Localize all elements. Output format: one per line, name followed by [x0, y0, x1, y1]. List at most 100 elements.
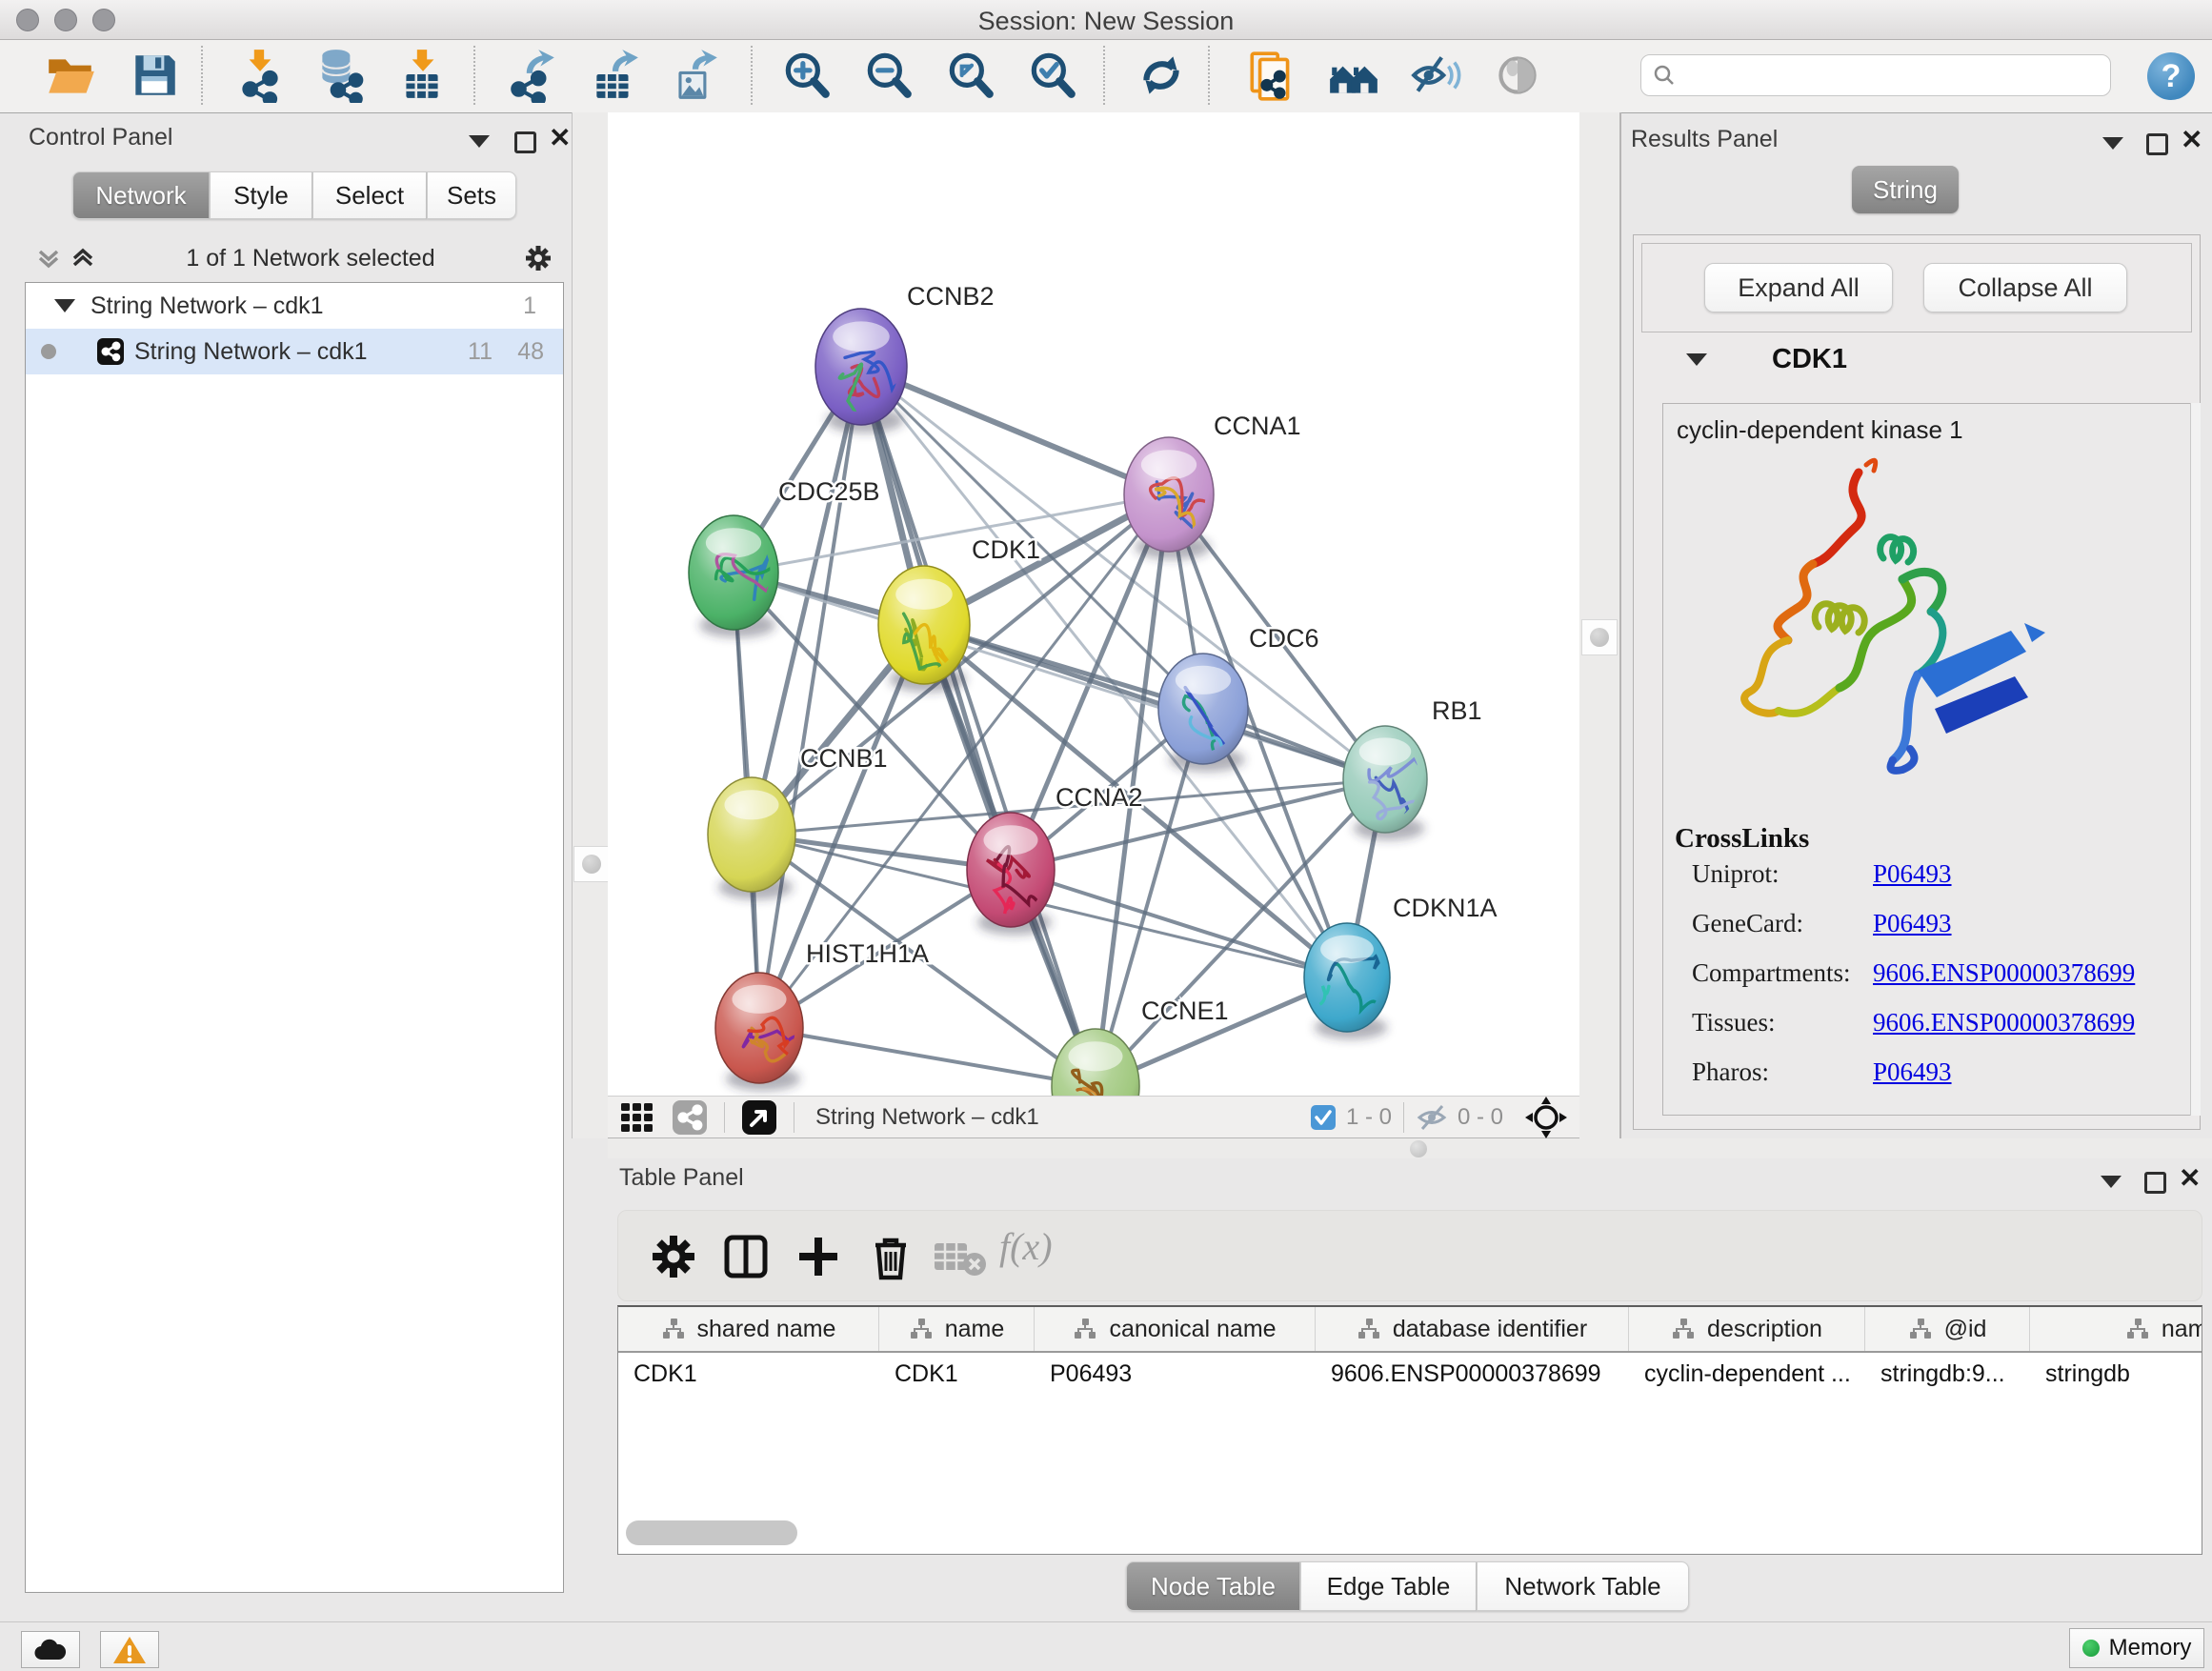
- hide-unhide-icon[interactable]: [1408, 48, 1463, 105]
- close-panel-icon[interactable]: ✕: [2181, 130, 2209, 154]
- network-node-cdkn1a[interactable]: CDKN1A: [1303, 894, 1497, 1039]
- zoom-out-icon[interactable]: [861, 48, 916, 105]
- results-scrollbar[interactable]: [2190, 403, 2201, 1116]
- column-header-namespace[interactable]: namespace: [2030, 1307, 2202, 1351]
- crosslink-row: GeneCard:P06493: [1692, 909, 2168, 958]
- export-network-icon[interactable]: [505, 48, 560, 105]
- network-node-hist1h1a[interactable]: HIST1H1A: [715, 939, 929, 1091]
- hidden-eye-icon[interactable]: [1416, 1102, 1450, 1133]
- column-header-id[interactable]: @id: [1865, 1307, 2030, 1351]
- column-header-databaseidentifier[interactable]: database identifier: [1316, 1307, 1629, 1351]
- import-table-file-icon[interactable]: [394, 48, 450, 105]
- network-collection-row[interactable]: String Network – cdk1 1: [26, 283, 563, 329]
- save-session-icon[interactable]: [127, 48, 182, 105]
- selected-checkbox-icon[interactable]: [1310, 1104, 1337, 1131]
- open-session-icon[interactable]: [43, 48, 98, 105]
- network-view[interactable]: CCNB2CCNA1CDC25BCDK1CDC6RB1CCNB1CCNA2CDK…: [608, 112, 1579, 1138]
- column-header-description[interactable]: description: [1629, 1307, 1865, 1351]
- maximize-panel-icon[interactable]: [514, 131, 536, 153]
- network-status-bar: String Network – cdk1 1 - 0 0 - 0: [608, 1096, 1579, 1138]
- gear-icon[interactable]: [522, 242, 554, 274]
- add-column-icon[interactable]: [790, 1228, 847, 1285]
- table-cell[interactable]: cyclin-dependent ...: [1629, 1353, 1865, 1395]
- cloud-button[interactable]: [21, 1631, 80, 1668]
- table-cell[interactable]: CDK1: [618, 1353, 879, 1395]
- float-panel-icon[interactable]: [469, 135, 497, 160]
- column-header-label: name: [945, 1316, 1005, 1343]
- table-cell[interactable]: 9606.ENSP00000378699: [1316, 1353, 1629, 1395]
- table-cell[interactable]: P06493: [1035, 1353, 1316, 1395]
- right-splitter-handle[interactable]: [1581, 619, 1618, 655]
- grid-view-icon[interactable]: [617, 1097, 657, 1137]
- network-canvas[interactable]: CCNB2CCNA1CDC25BCDK1CDC6RB1CCNB1CCNA2CDK…: [608, 112, 1579, 1096]
- float-panel-icon[interactable]: [2101, 1176, 2129, 1200]
- horizontal-splitter[interactable]: [608, 1138, 2212, 1158]
- show-columns-icon[interactable]: [717, 1228, 774, 1285]
- tab-node-table[interactable]: Node Table: [1126, 1561, 1300, 1611]
- zoom-selected-icon[interactable]: [1025, 48, 1080, 105]
- import-network-file-icon[interactable]: [232, 48, 288, 105]
- table-horizontal-scrollbar[interactable]: [626, 1520, 797, 1545]
- zoom-in-icon[interactable]: [779, 48, 835, 105]
- table-cell[interactable]: stringdb: [2030, 1353, 2202, 1395]
- network-node-rb1[interactable]: RB1: [1343, 696, 1482, 841]
- home-networks-icon[interactable]: [1326, 48, 1381, 105]
- network-label: String Network – cdk1: [134, 338, 368, 366]
- search-input[interactable]: [1678, 61, 2091, 90]
- delete-column-icon[interactable]: [862, 1228, 919, 1285]
- crosslink-link[interactable]: P06493: [1873, 859, 1952, 889]
- collapse-all-button[interactable]: Collapse All: [1923, 263, 2127, 312]
- help-icon[interactable]: ?: [2147, 52, 2195, 100]
- column-header-canonicalname[interactable]: canonical name: [1035, 1307, 1316, 1351]
- crosslink-link[interactable]: P06493: [1873, 909, 1952, 938]
- tab-network-table[interactable]: Network Table: [1477, 1561, 1689, 1611]
- memory-button[interactable]: Memory: [2069, 1628, 2204, 1668]
- close-panel-icon[interactable]: ✕: [2179, 1168, 2207, 1193]
- maximize-panel-icon[interactable]: [2144, 1172, 2166, 1194]
- collapse-section-icon[interactable]: [1686, 353, 1707, 366]
- table-options-gear-icon[interactable]: [645, 1228, 702, 1285]
- tab-style[interactable]: Style: [210, 171, 312, 219]
- left-splitter-handle[interactable]: [573, 846, 610, 882]
- apply-layout-icon[interactable]: [1134, 48, 1189, 105]
- column-header-label: shared name: [697, 1316, 836, 1343]
- crosslink-label: Compartments:: [1692, 958, 1850, 988]
- birdseye-view-icon[interactable]: [1524, 1096, 1568, 1139]
- crosslink-row: Uniprot:P06493: [1692, 859, 2168, 909]
- expand-all-icon[interactable]: [67, 244, 99, 272]
- show-level-icon[interactable]: [1490, 48, 1545, 105]
- right-splitter[interactable]: [1579, 112, 1619, 1138]
- network-node-cdc25b[interactable]: CDC25B: [689, 477, 880, 637]
- column-header-name[interactable]: name: [879, 1307, 1035, 1351]
- collection-label: String Network – cdk1: [90, 292, 324, 320]
- tab-edge-table[interactable]: Edge Table: [1300, 1561, 1477, 1611]
- collapse-arrow-icon[interactable]: [54, 299, 75, 312]
- network-document-icon[interactable]: [1244, 48, 1299, 105]
- network-node-ccne1[interactable]: CCNE1: [1052, 997, 1229, 1096]
- maximize-panel-icon[interactable]: [2146, 133, 2168, 155]
- crosslink-link[interactable]: 9606.ENSP00000378699: [1873, 958, 2135, 988]
- network-row-selected[interactable]: String Network – cdk1 11 48: [26, 329, 563, 374]
- left-splitter[interactable]: [572, 112, 609, 1138]
- tab-network[interactable]: Network: [72, 171, 210, 219]
- tab-string[interactable]: String: [1852, 166, 1959, 213]
- crosslink-link[interactable]: P06493: [1873, 1057, 1952, 1087]
- float-panel-icon[interactable]: [2102, 137, 2131, 162]
- table-cell[interactable]: CDK1: [879, 1353, 1035, 1395]
- table-tabs: Node Table Edge Table Network Table: [1126, 1561, 1689, 1611]
- warnings-button[interactable]: [100, 1631, 159, 1668]
- import-network-database-icon[interactable]: [312, 48, 368, 105]
- open-in-window-icon[interactable]: [740, 1098, 778, 1137]
- export-table-icon[interactable]: [587, 48, 642, 105]
- export-image-icon[interactable]: [667, 48, 722, 105]
- horizontal-splitter-handle[interactable]: [1410, 1140, 1427, 1158]
- crosslink-link[interactable]: 9606.ENSP00000378699: [1873, 1008, 2135, 1037]
- zoom-fit-icon[interactable]: [943, 48, 998, 105]
- column-header-sharedname[interactable]: shared name: [618, 1307, 879, 1351]
- collapse-all-icon[interactable]: [32, 244, 65, 272]
- tab-sets[interactable]: Sets: [427, 171, 516, 219]
- tab-select[interactable]: Select: [312, 171, 427, 219]
- network-node-ccna1[interactable]: CCNA1: [1124, 412, 1301, 559]
- table-cell[interactable]: stringdb:9...: [1865, 1353, 2030, 1395]
- expand-all-button[interactable]: Expand All: [1704, 263, 1893, 312]
